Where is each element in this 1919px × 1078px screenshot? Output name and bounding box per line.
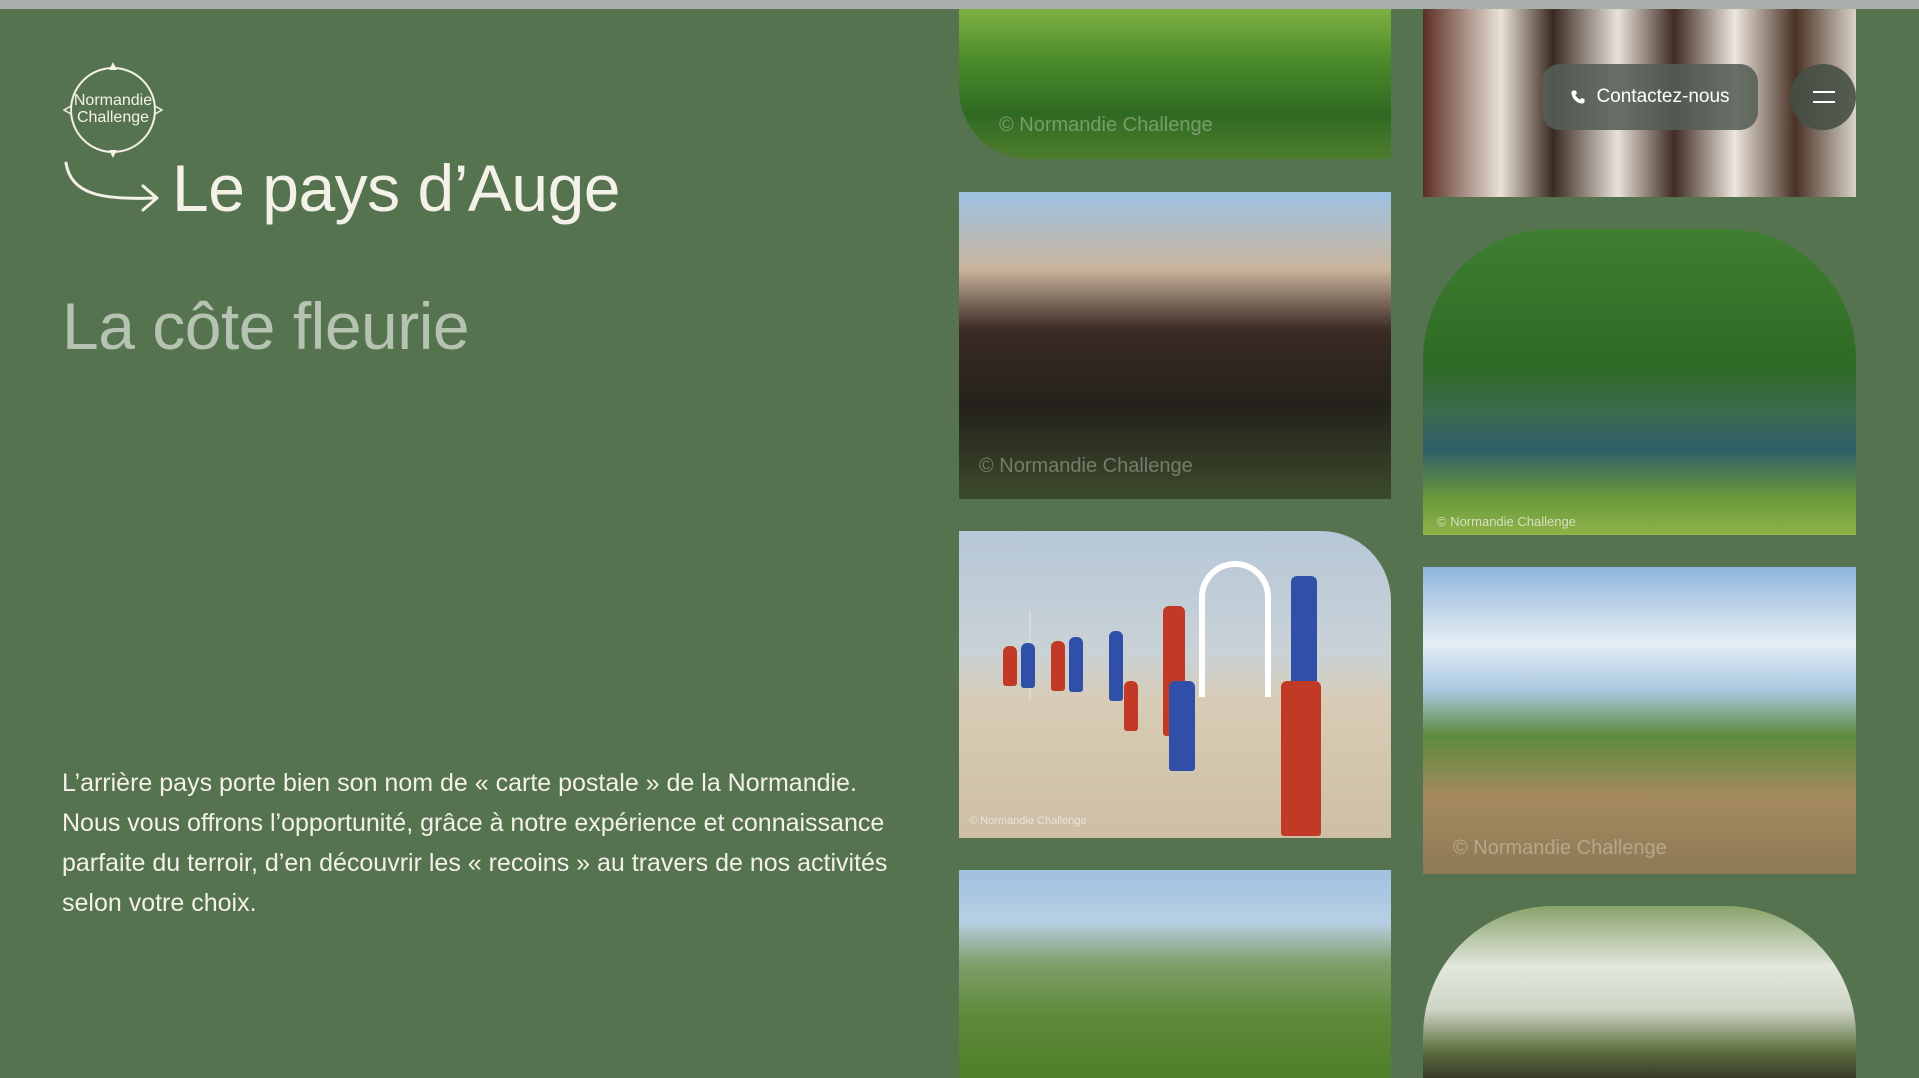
- photo-credit: © Normandie Challenge: [1437, 514, 1576, 529]
- photo-credit: © Normandie Challenge: [969, 815, 1087, 827]
- page-subtitle: La côte fleurie: [62, 289, 470, 363]
- gallery-photo-pond: © Normandie Challenge: [1423, 229, 1856, 535]
- menu-button[interactable]: [1790, 64, 1856, 130]
- description-text: L’arrière pays porte bien son nom de « c…: [62, 769, 888, 917]
- gallery-photo-timbered-house: © Normandie Challenge: [959, 192, 1391, 499]
- page-title: Le pays d’Auge: [172, 151, 621, 225]
- photo-credit: © Normandie Challenge: [979, 455, 1193, 477]
- gallery-photo-beach-umbrellas: © Normandie Challenge: [959, 531, 1391, 838]
- gallery-photo-village-hills: © Normandie Challenge: [959, 9, 1391, 159]
- photo-credit: © Normandie Challenge: [999, 114, 1213, 136]
- logo-text: Normandie Challenge: [60, 92, 166, 126]
- phone-icon: [1571, 90, 1585, 104]
- contact-button-label: Contactez-nous: [1596, 86, 1730, 107]
- curved-arrow-icon: [64, 161, 159, 212]
- logo[interactable]: Normandie Challenge: [60, 62, 166, 158]
- logo-line2: Challenge: [76, 109, 150, 126]
- contact-button[interactable]: Contactez-nous: [1542, 64, 1758, 130]
- gallery-photo-cows-orchard: [1423, 906, 1856, 1078]
- gallery-photo-village-church: [959, 870, 1391, 1078]
- gallery-photo-countryside-road: © Normandie Challenge: [1423, 567, 1856, 874]
- photo-credit: © Normandie Challenge: [1453, 837, 1667, 859]
- logo-line1: Normandie: [73, 92, 153, 109]
- top-border: [0, 0, 1919, 9]
